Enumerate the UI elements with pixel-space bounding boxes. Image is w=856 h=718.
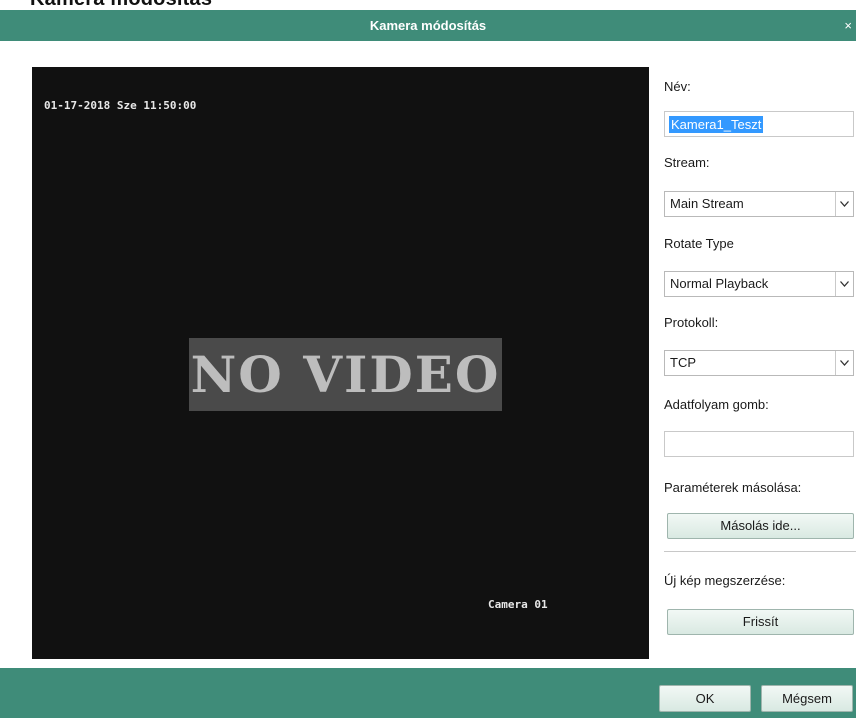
close-icon[interactable]: × [844,10,852,41]
stream-key-input[interactable] [664,431,854,457]
name-label: Név: [664,79,691,94]
cancel-button[interactable]: Mégsem [761,685,853,712]
divider [664,551,856,552]
no-video-text: NO VIDEO [190,345,501,404]
dialog-body: 01-17-2018 Sze 11:50:00 NO VIDEO Camera … [0,41,856,668]
protocol-select[interactable]: TCP [664,350,854,376]
protocol-select-value: TCP [670,355,696,370]
chevron-down-icon [835,351,853,375]
dialog-title: Kamera módosítás [369,18,487,33]
chevron-down-icon [835,192,853,216]
no-video-banner: NO VIDEO [189,338,502,411]
rotate-type-label: Rotate Type [664,236,734,251]
dialog-titlebar: Kamera módosítás × [0,10,856,41]
copy-to-button[interactable]: Másolás ide... [667,513,854,539]
stream-select[interactable]: Main Stream [664,191,854,217]
cropped-heading-text: Kamera módosítás [30,0,212,10]
refresh-button[interactable]: Frissít [667,609,854,635]
new-image-label: Új kép megszerzése: [664,573,786,588]
rotate-type-select[interactable]: Normal Playback [664,271,854,297]
chevron-down-icon [835,272,853,296]
video-camera-label: Camera 01 [488,598,548,611]
rotate-type-select-value: Normal Playback [670,276,769,291]
name-input-value: Kamera1_Teszt [669,116,764,133]
ok-button[interactable]: OK [659,685,751,712]
dialog-footer: OK Mégsem [0,668,856,718]
name-input[interactable]: Kamera1_Teszt [664,111,854,137]
video-preview: 01-17-2018 Sze 11:50:00 NO VIDEO Camera … [32,67,649,659]
cropped-heading: Kamera módosítás [0,0,856,10]
copy-params-label: Paraméterek másolása: [664,480,802,495]
stream-label: Stream: [664,155,710,170]
protocol-label: Protokoll: [664,315,719,330]
video-timestamp: 01-17-2018 Sze 11:50:00 [44,99,197,112]
stream-select-value: Main Stream [670,196,744,211]
stream-key-label: Adatfolyam gomb: [664,397,769,412]
